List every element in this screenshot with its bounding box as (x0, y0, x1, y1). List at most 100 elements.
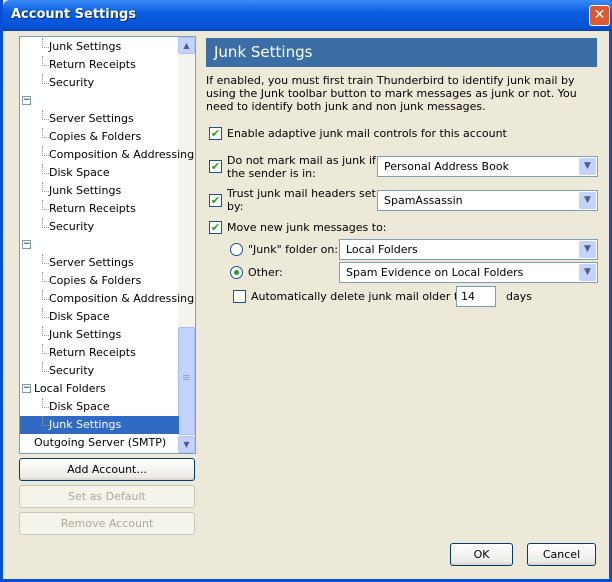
tree-connector (42, 38, 49, 48)
trust-headers-label-2: by: (227, 200, 244, 213)
other-folder-select[interactable]: Spam Evidence on Local Folders ▼ (339, 262, 598, 283)
tree-connector (42, 200, 49, 210)
account-tree[interactable]: ▲ ≡ ▼ Junk Settings Return Receipts Securi… (19, 36, 196, 454)
tree-connector (42, 272, 49, 282)
tree-item[interactable]: Return Receipts (20, 56, 179, 74)
tree-connector (42, 326, 49, 336)
tree-connector (42, 398, 49, 408)
tree-item[interactable]: Return Receipts (20, 344, 179, 362)
enable-adaptive-label: Enable adaptive junk mail controls for t… (227, 127, 507, 140)
tree-connector (42, 362, 49, 372)
whitelist-label-1: Do not mark mail as junk if (227, 154, 376, 167)
tree-item-label: Return Receipts (49, 346, 136, 359)
tree-item[interactable]: Server Settings (20, 254, 179, 272)
trust-headers-checkbox[interactable]: ✔ (209, 194, 222, 207)
junk-folder-select[interactable]: Local Folders ▼ (339, 239, 598, 260)
tree-item-label: Composition & Addressing (49, 292, 195, 305)
close-icon[interactable]: ✕ (589, 5, 610, 26)
tree-item[interactable]: Junk Settings (20, 182, 179, 200)
tree-item[interactable]: Security (20, 362, 179, 380)
tree-item-label: Disk Space (49, 400, 110, 413)
tree-item[interactable]: − (20, 236, 179, 254)
tree-item-label: Return Receipts (49, 202, 136, 215)
collapse-icon[interactable]: − (22, 240, 31, 249)
whitelist-select[interactable]: Personal Address Book ▼ (377, 156, 598, 177)
tree-connector (42, 254, 49, 264)
tree-item[interactable]: Copies & Folders (20, 272, 179, 290)
chevron-down-icon[interactable]: ▼ (579, 192, 596, 209)
tree-item-label: Server Settings (49, 256, 134, 269)
chevron-down-icon[interactable]: ▼ (579, 264, 596, 281)
enable-adaptive-checkbox[interactable]: ✔ (209, 127, 222, 140)
tree-item[interactable]: Return Receipts (20, 200, 179, 218)
tree-item[interactable]: − (20, 92, 179, 110)
account-settings-window: Account Settings ✕ ▲ ≡ ▼ Junk Settings Re… (0, 0, 612, 582)
tree-item-label: Security (49, 220, 95, 233)
cancel-button[interactable]: Cancel (527, 543, 596, 566)
tree-item[interactable]: Junk Settings (20, 326, 179, 344)
tree-item[interactable]: Junk Settings (20, 416, 179, 434)
other-folder-radio[interactable] (230, 266, 243, 279)
tree-item-label: Security (49, 364, 95, 377)
panel-description: If enabled, you must first train Thunder… (206, 74, 577, 113)
tree-item-label: Copies & Folders (49, 130, 142, 143)
scroll-up-icon[interactable]: ▲ (178, 37, 195, 54)
tree-connector (42, 308, 49, 318)
auto-delete-days-input[interactable]: 14 (456, 286, 496, 307)
tree-item-label: Return Receipts (49, 58, 136, 71)
chevron-down-icon[interactable]: ▼ (579, 158, 596, 175)
collapse-icon[interactable]: − (22, 96, 31, 105)
junk-folder-label: "Junk" folder on: (248, 243, 339, 256)
chevron-down-icon[interactable]: ▼ (579, 241, 596, 258)
tree-item[interactable]: − Local Folders (20, 380, 179, 398)
junk-folder-value: Local Folders (346, 243, 418, 256)
tree-connector (42, 416, 49, 426)
auto-delete-label: Automatically delete junk mail older tha… (251, 290, 479, 303)
auto-delete-checkbox[interactable] (233, 290, 246, 303)
tree-item-label: Server Settings (49, 112, 134, 125)
tree-item[interactable]: Copies & Folders (20, 128, 179, 146)
tree-item[interactable]: Disk Space (20, 308, 179, 326)
whitelist-label-2: the sender is in: (227, 167, 316, 180)
tree-connector (42, 290, 49, 300)
other-folder-label: Other: (248, 266, 283, 279)
trust-headers-select[interactable]: SpamAssassin ▼ (377, 190, 598, 211)
tree-item-label: Junk Settings (49, 418, 122, 431)
tree-connector (42, 164, 49, 174)
tree-item[interactable]: Server Settings (20, 110, 179, 128)
tree-item-label: Disk Space (49, 310, 110, 323)
move-junk-checkbox[interactable]: ✔ (209, 221, 222, 234)
scroll-thumb[interactable]: ≡ (178, 327, 195, 435)
scroll-down-icon[interactable]: ▼ (178, 436, 195, 453)
collapse-icon[interactable]: − (22, 384, 31, 393)
tree-item[interactable]: Composition & Addressing (20, 146, 194, 164)
tree-connector (42, 146, 49, 156)
panel-title: Junk Settings (206, 38, 597, 67)
tree-connector (42, 218, 49, 228)
tree-connector (42, 344, 49, 354)
tree-item[interactable]: Composition & Addressing (20, 290, 194, 308)
tree-item-label: Local Folders (34, 382, 106, 395)
tree-item[interactable]: Security (20, 218, 179, 236)
whitelist-checkbox[interactable]: ✔ (209, 160, 222, 173)
tree-connector (42, 182, 49, 192)
ok-button[interactable]: OK (450, 543, 513, 566)
tree-item-label: Disk Space (49, 166, 110, 179)
tree-item-label: Security (49, 76, 95, 89)
tree-item-label: Junk Settings (49, 328, 122, 341)
tree-item[interactable]: Junk Settings (20, 38, 179, 56)
tree-item[interactable]: Disk Space (20, 398, 179, 416)
tree-connector (42, 128, 49, 138)
junk-folder-radio[interactable] (230, 243, 243, 256)
add-account-button[interactable]: Add Account... (19, 458, 195, 481)
tree-scrollbar[interactable]: ▲ ≡ ▼ (178, 37, 195, 453)
tree-item[interactable]: Disk Space (20, 164, 179, 182)
days-label: days (506, 290, 532, 303)
tree-item[interactable]: Security (20, 74, 179, 92)
tree-connector (42, 56, 49, 66)
tree-item[interactable]: Outgoing Server (SMTP) (20, 434, 179, 452)
remove-account-button[interactable]: Remove Account (19, 512, 195, 535)
tree-item-label: Junk Settings (49, 40, 122, 53)
trust-headers-label-1: Trust junk mail headers set (227, 187, 376, 200)
set-as-default-button[interactable]: Set as Default (19, 485, 195, 508)
